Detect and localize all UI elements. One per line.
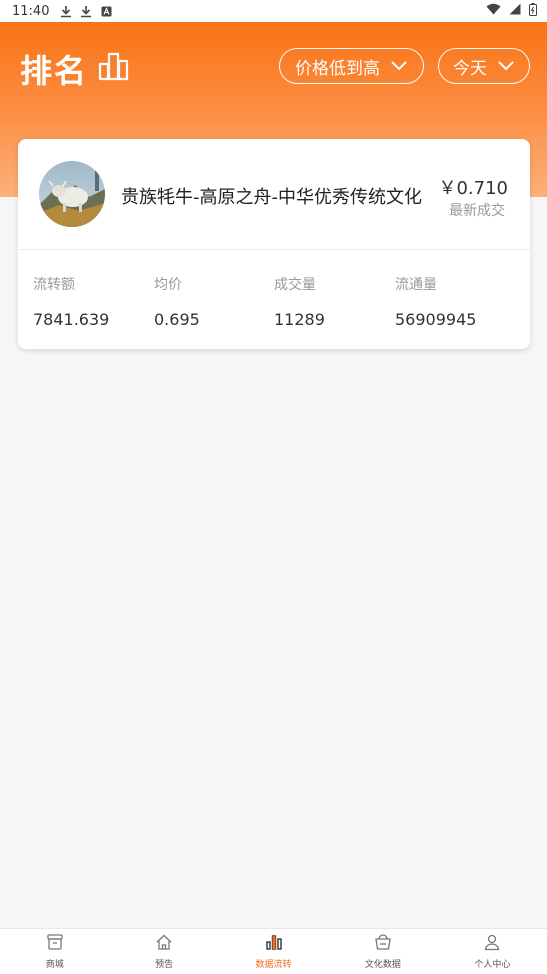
- tab-data-flow[interactable]: 数据流转: [219, 929, 328, 974]
- stat-value: 11289: [274, 310, 325, 329]
- page-title: 排名: [20, 52, 89, 90]
- tab-label: 文化数据: [364, 960, 401, 970]
- chevron-down-icon: [390, 56, 408, 76]
- stat-value: 0.695: [154, 310, 200, 329]
- date-dropdown-label: 今天: [453, 58, 487, 78]
- battery-icon: [529, 2, 537, 20]
- stat-label: 均价: [154, 277, 182, 293]
- bar-chart-icon: [265, 933, 283, 954]
- stat-label: 流转额: [33, 277, 75, 293]
- wifi-icon: [486, 3, 501, 19]
- stat-circulation: 流通量 56909945: [395, 274, 476, 329]
- sort-dropdown-label: 价格低到高: [295, 58, 380, 78]
- tab-shop[interactable]: 商城: [0, 929, 109, 974]
- tab-label: 预告: [155, 960, 174, 970]
- product-thumbnail: [39, 161, 105, 227]
- sort-dropdown[interactable]: 价格低到高: [279, 48, 424, 84]
- date-dropdown[interactable]: 今天: [438, 48, 530, 84]
- latest-price: ￥0.710: [438, 178, 508, 199]
- tab-profile[interactable]: 个人中心: [438, 929, 547, 974]
- product-name: 贵族牦牛-高原之舟-中华优秀传统文化: [121, 187, 422, 208]
- tab-label: 商城: [45, 960, 64, 970]
- signal-icon: [509, 3, 521, 19]
- download-icon: [59, 4, 73, 18]
- bar-chart-icon: [98, 51, 130, 81]
- tab-label: 数据流转: [255, 960, 292, 970]
- stat-value: 7841.639: [33, 310, 110, 329]
- stat-value: 56909945: [395, 310, 477, 329]
- card-divider: [18, 249, 530, 250]
- tab-preview[interactable]: 预告: [109, 929, 218, 974]
- stat-turnover: 流转额 7841.639: [33, 274, 109, 329]
- status-bar: 11:40: [0, 0, 547, 22]
- stat-volume: 成交量 11289: [274, 274, 325, 329]
- user-icon: [483, 933, 501, 954]
- app-icon: [99, 4, 113, 18]
- chevron-down-icon: [497, 56, 515, 76]
- stat-average-price: 均价 0.695: [154, 274, 200, 329]
- basket-icon: [374, 933, 392, 954]
- tab-culture-data[interactable]: 文化数据: [328, 929, 437, 974]
- bottom-tab-bar: 商城 预告 数据流转 文化数据 个人中心: [0, 928, 547, 974]
- stat-label: 成交量: [274, 277, 316, 293]
- ranking-card[interactable]: 贵族牦牛-高原之舟-中华优秀传统文化 ￥0.710 最新成交 流转额 7841.…: [18, 139, 530, 349]
- stat-label: 流通量: [395, 277, 437, 293]
- latest-price-label: 最新成交: [449, 203, 505, 219]
- home-icon: [155, 933, 173, 954]
- tab-label: 个人中心: [474, 960, 511, 970]
- shop-icon: [46, 933, 64, 954]
- status-time: 11:40: [12, 3, 50, 19]
- download-icon: [79, 4, 93, 18]
